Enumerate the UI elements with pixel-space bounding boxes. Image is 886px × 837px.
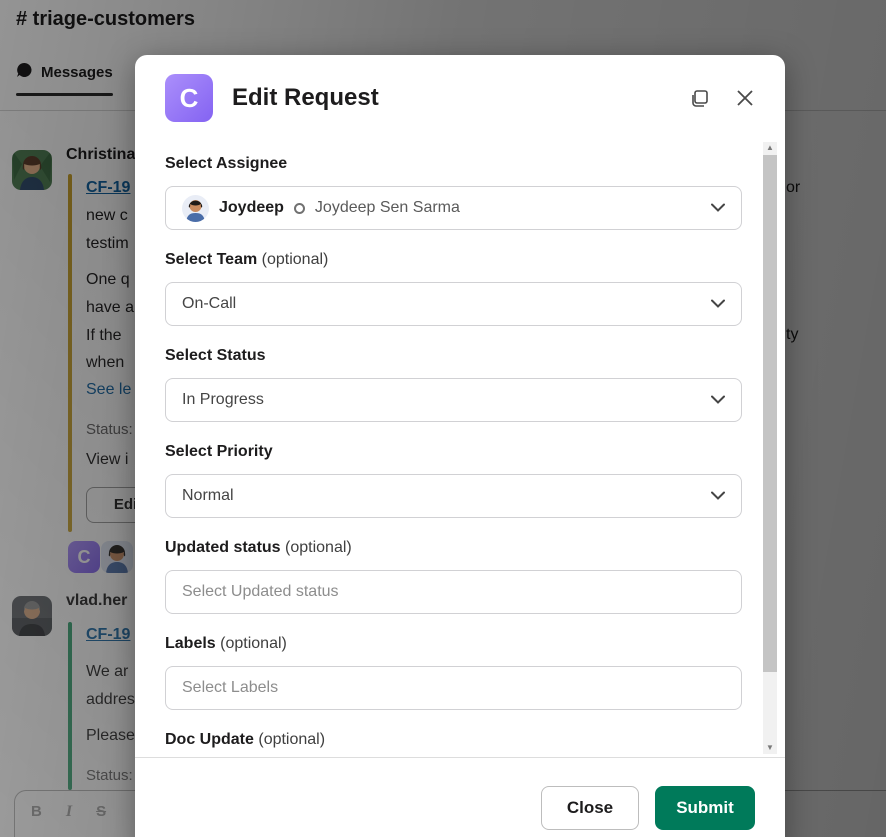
ticket-link[interactable]: CF-19 <box>86 626 130 644</box>
clipped-text-fragment: or <box>786 179 801 196</box>
status-label: Status: <box>86 421 133 438</box>
field-label-labels: Labels (optional) <box>165 635 287 652</box>
channel-title: # triage-customers <box>16 8 195 30</box>
clearfeed-app-chip[interactable]: C <box>68 541 100 573</box>
edit-request-modal: C Edit Request Select Assignee Joydeep J… <box>135 55 785 837</box>
modal-scrollbar[interactable]: ▲ ▼ <box>763 142 777 754</box>
updated-status-select[interactable]: Select Updated status <box>165 570 742 614</box>
priority-value: Normal <box>182 487 234 504</box>
clearfeed-app-icon: C <box>165 74 213 122</box>
assignee-full-name: Joydeep Sen Sarma <box>314 199 460 216</box>
assignee-name: Joydeep <box>219 199 284 216</box>
avatar-vlad[interactable] <box>12 596 52 636</box>
see-link[interactable]: See le <box>86 381 131 399</box>
chevron-down-icon <box>711 391 725 409</box>
ticket-link[interactable]: CF-19 <box>86 179 130 197</box>
field-label-status: Select Status <box>165 347 266 364</box>
avatar-joydeep-small[interactable] <box>101 541 133 573</box>
team-value: On-Call <box>182 295 237 312</box>
presence-offline-icon <box>293 202 305 214</box>
message-line: Please <box>86 727 135 744</box>
message-line: If the <box>86 327 122 344</box>
chevron-down-icon <box>711 487 725 505</box>
close-icon[interactable] <box>733 86 757 110</box>
attachment-bar-green <box>68 622 72 790</box>
scroll-up-icon[interactable]: ▲ <box>763 142 777 154</box>
message-line: One q <box>86 271 130 288</box>
modal-header: C Edit Request <box>135 55 785 139</box>
avatar-christina[interactable] <box>12 150 52 190</box>
updated-status-placeholder: Select Updated status <box>182 583 339 600</box>
copy-icon[interactable] <box>687 86 711 110</box>
screen: # triage-customers Messages Christina CF… <box>0 0 886 837</box>
field-label-assignee: Select Assignee <box>165 155 288 172</box>
status-select[interactable]: In Progress <box>165 378 742 422</box>
labels-select[interactable]: Select Labels <box>165 666 742 710</box>
team-select[interactable]: On-Call <box>165 282 742 326</box>
modal-body: Select Assignee Joydeep Joydeep Sen Sarm… <box>135 139 785 757</box>
tab-messages[interactable]: Messages <box>16 62 113 83</box>
message-author[interactable]: vlad.her <box>66 592 127 610</box>
active-tab-indicator <box>16 93 113 96</box>
chat-bubble-icon <box>16 62 33 83</box>
message-line: We ar <box>86 663 129 680</box>
chevron-down-icon <box>711 199 725 217</box>
bold-icon[interactable]: B <box>31 803 42 821</box>
assignee-select[interactable]: Joydeep Joydeep Sen Sarma <box>165 186 742 230</box>
tab-messages-label: Messages <box>41 64 113 81</box>
field-label-team: Select Team (optional) <box>165 251 329 268</box>
field-label-updated-status: Updated status (optional) <box>165 539 352 556</box>
message-line: have a <box>86 299 135 316</box>
message-line: new c <box>86 207 128 224</box>
message-line: addres <box>86 691 135 708</box>
scroll-down-icon[interactable]: ▼ <box>763 742 777 754</box>
message-author[interactable]: Christina <box>66 146 135 164</box>
message-line: when <box>86 354 125 371</box>
field-label-doc-update: Doc Update (optional) <box>165 731 326 748</box>
attachment-bar-yellow <box>68 174 72 532</box>
submit-button[interactable]: Submit <box>655 786 755 830</box>
priority-select[interactable]: Normal <box>165 474 742 518</box>
close-button[interactable]: Close <box>541 786 639 830</box>
message-line: testim <box>86 235 129 252</box>
strikethrough-icon[interactable]: S <box>96 803 106 821</box>
chevron-down-icon <box>711 295 725 313</box>
field-label-priority: Select Priority <box>165 443 273 460</box>
status-label: Status: <box>86 767 133 784</box>
status-value: In Progress <box>182 391 264 408</box>
modal-footer: Close Submit <box>135 757 785 837</box>
assignee-avatar <box>182 194 209 222</box>
modal-title: Edit Request <box>232 84 379 111</box>
scrollbar-thumb[interactable] <box>763 155 777 672</box>
italic-icon[interactable]: I <box>66 803 72 821</box>
clipped-text-fragment: ty <box>786 326 799 343</box>
view-label: View i <box>86 451 129 468</box>
labels-placeholder: Select Labels <box>182 679 279 696</box>
